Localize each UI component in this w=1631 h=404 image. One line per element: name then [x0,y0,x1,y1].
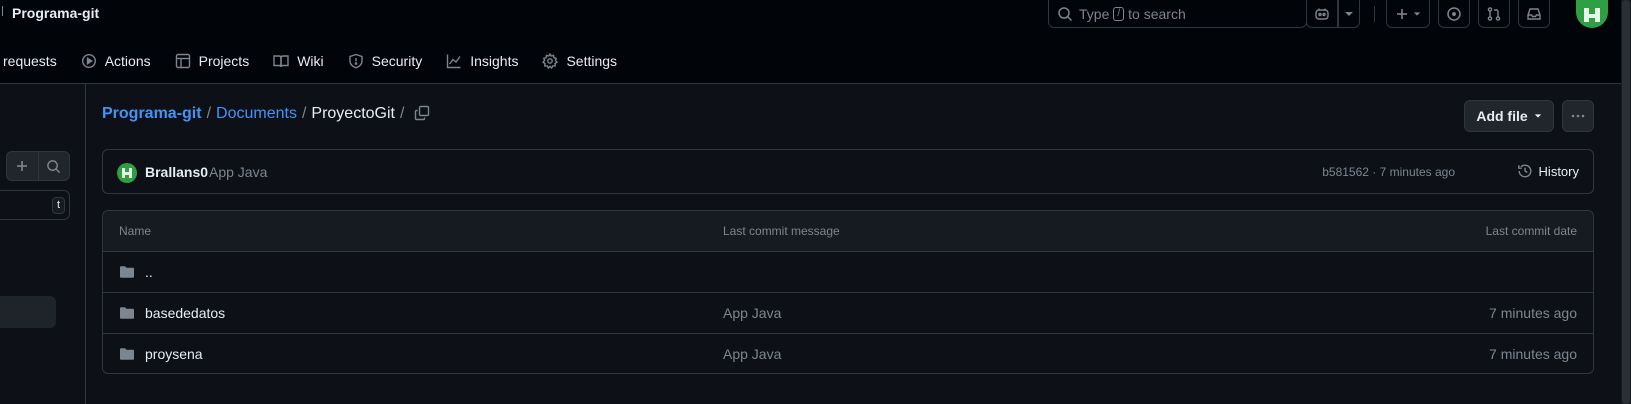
breadcrumb: Programa-git / Documents / ProyectoGit / [102,105,404,123]
nav-item-projects[interactable]: Projects [175,53,250,69]
nav-label-wiki: Wiki [297,53,324,69]
chevron-down-icon [1344,9,1354,19]
plus-icon [15,159,29,173]
file-commit-message[interactable]: App Java [723,346,781,362]
breadcrumb-current: ProyectoGit [311,105,395,122]
copilot-dropdown-button[interactable] [1338,0,1360,28]
search-input[interactable]: Type / to search [1048,0,1307,28]
book-icon [273,53,289,69]
menu-edge-icon[interactable] [0,6,3,16]
nav-item-wiki[interactable]: Wiki [273,53,324,69]
folder-icon [119,305,135,321]
column-header-date: Last commit date [1485,224,1577,238]
nav-label-actions: Actions [104,53,151,69]
search-tree-button[interactable] [39,152,70,180]
breadcrumb-separator: / [206,105,212,122]
chevron-down-icon [1413,10,1421,18]
copilot-icon [1314,6,1330,22]
go-to-file-shortcut: t [51,197,65,214]
repo-title[interactable]: Programa-git [12,5,99,21]
commit-meta[interactable]: b581562 · 7 minutes ago [1322,165,1455,179]
nav-item-settings[interactable]: Settings [542,53,617,69]
table-row[interactable]: proysena App Java 7 minutes ago [103,334,1593,373]
search-prefix: Type [1079,5,1110,22]
file-table: Name Last commit message Last commit dat… [102,210,1594,374]
table-icon [175,53,191,69]
nav-label-security: Security [371,53,423,69]
commit-author[interactable]: Brallans0 [145,164,208,180]
commit-message[interactable]: App Java [209,164,267,180]
table-row[interactable]: basededatos App Java 7 minutes ago [103,293,1593,334]
history-label: History [1538,163,1579,179]
copy-icon [414,105,430,121]
file-tree-sidebar [0,84,86,404]
file-commit-date: 7 minutes ago [1489,346,1577,362]
folder-icon [119,346,135,362]
shield-icon [348,53,364,69]
nav-label-pull-requests: l requests [0,53,57,69]
breadcrumb-documents-link[interactable]: Documents [216,105,297,123]
add-file-tree-button[interactable] [7,152,39,180]
file-name[interactable]: basededatos [145,305,225,321]
search-suffix: to search [1128,5,1186,22]
create-new-button[interactable] [1386,0,1430,28]
divider [1374,6,1375,22]
issue-opened-icon [1446,6,1462,22]
file-name[interactable]: proysena [145,346,203,362]
file-commit-date: 7 minutes ago [1489,305,1577,321]
file-commit-message[interactable]: App Java [723,305,781,321]
search-icon [1057,6,1073,22]
search-shortcut-key: / [1113,6,1125,21]
copy-path-button[interactable] [414,105,430,121]
issues-button[interactable] [1438,0,1470,28]
graph-icon [446,53,462,69]
sidebar-selected-item[interactable] [0,296,56,328]
search-icon [46,159,61,174]
folder-icon [119,264,135,280]
app-header: Programa-git Type / to search l requests… [0,0,1631,84]
play-icon [81,53,97,69]
nav-item-security[interactable]: Security [348,53,423,69]
nav-label-insights: Insights [470,53,519,69]
table-row[interactable]: .. [103,252,1593,293]
inbox-icon [1526,6,1542,22]
more-options-button[interactable] [1562,100,1594,132]
nav-item-actions[interactable]: Actions [81,53,151,69]
inbox-button[interactable] [1518,0,1550,28]
kebab-horizontal-icon [1570,108,1586,124]
column-header-message: Last commit message [723,224,840,238]
nav-label-settings: Settings [566,53,618,69]
history-icon [1517,163,1533,179]
repo-nav: l requests Actions Projects Wiki Securit… [0,48,641,74]
nav-label-projects: Projects [198,53,250,69]
pull-request-icon [1486,6,1502,22]
latest-commit-box: Brallans0 App Java b581562 · 7 minutes a… [102,149,1594,194]
add-file-label: Add file [1476,108,1528,124]
breadcrumb-separator: / [400,105,405,122]
commit-author-avatar[interactable] [117,163,137,183]
column-header-name: Name [119,224,152,238]
nav-item-insights[interactable]: Insights [446,53,518,69]
chevron-down-icon [1534,112,1542,120]
add-file-button[interactable]: Add file [1464,100,1554,132]
go-to-file-input[interactable]: t [0,190,70,220]
pull-requests-button[interactable] [1478,0,1510,28]
gear-icon [542,53,559,69]
table-header: Name Last commit message Last commit dat… [103,211,1593,252]
nav-item-pull-requests[interactable]: l requests [0,53,57,69]
breadcrumb-root-link[interactable]: Programa-git [102,105,202,123]
plus-icon [1395,7,1409,21]
copilot-button[interactable] [1306,0,1338,28]
file-name[interactable]: .. [145,264,153,280]
vertical-scrollbar-thumb[interactable] [1622,0,1630,404]
breadcrumb-separator: / [301,105,307,122]
user-avatar[interactable] [1576,0,1608,28]
history-button[interactable]: History [1517,163,1579,179]
file-tree-actions [6,151,70,181]
